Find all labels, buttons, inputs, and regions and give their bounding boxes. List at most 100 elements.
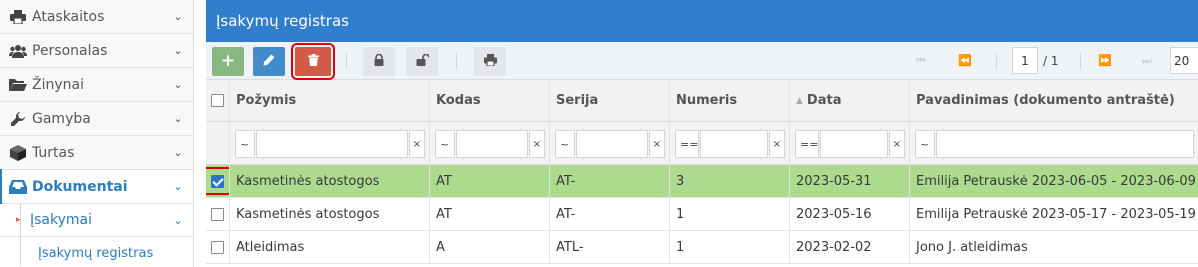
row-checkbox-wrap — [206, 167, 229, 195]
filter-clear-button[interactable]: × — [409, 130, 425, 158]
filter-clear-button[interactable]: × — [529, 130, 545, 158]
cell-kodas: A — [430, 231, 550, 263]
chevron-down-icon: ⌄ — [173, 180, 183, 193]
toolbar: + ⏮ ⏪ 1 / 1 ⏩ ⏭ 20 — [206, 42, 1198, 80]
chevron-down-icon: ⌄ — [173, 10, 183, 23]
cell-serija: AT- — [550, 165, 670, 197]
edit-button[interactable] — [253, 47, 285, 76]
filter-operator[interactable]: == — [675, 130, 699, 158]
unlock-button[interactable] — [406, 47, 438, 76]
filter-operator[interactable]: == — [795, 130, 819, 158]
sidebar-item-label: Žinynai — [32, 76, 84, 93]
chevron-down-icon: ⌄ — [173, 146, 183, 159]
column-header-pozymis[interactable]: Požymis — [230, 80, 430, 121]
row-checkbox[interactable] — [211, 174, 224, 188]
sidebar: Ataskaitos ⌄ Personalas ⌄ Žinynai ⌄ Gamy… — [0, 0, 194, 267]
filter-operator[interactable]: ~ — [915, 130, 935, 158]
filter-cell-numeris: == × — [670, 122, 790, 164]
filter-clear-button[interactable]: × — [889, 130, 905, 158]
filter-operator[interactable]: ~ — [235, 130, 255, 158]
filter-input[interactable] — [700, 130, 768, 158]
cell-kodas: AT — [430, 165, 550, 197]
chevron-down-icon: ⌄ — [173, 44, 183, 57]
table-row[interactable]: Atleidimas A ATL- 1 2023-02-02 Jono J. a… — [206, 231, 1198, 264]
unlock-icon — [416, 53, 430, 70]
row-select-cell — [206, 198, 230, 230]
main-panel: Įsakymų registras + ⏮ ⏪ 1 / 1 ⏩ ⏭ 20 Pož… — [206, 0, 1198, 267]
panel-title: Įsakymų registras — [206, 0, 1198, 42]
chevron-down-icon: ⌄ — [173, 112, 183, 125]
cell-pozymis: Kasmetinės atostogos — [230, 198, 430, 230]
column-header-serija[interactable]: Serija — [550, 80, 670, 121]
sidebar-item-label: Turtas — [32, 144, 75, 161]
filter-clear-button[interactable]: × — [649, 130, 665, 158]
page-size-select[interactable]: 20 — [1170, 47, 1198, 74]
grid-header-row: Požymis Kodas Serija Numeris ▲︎ Data Pav… — [206, 80, 1198, 122]
filter-cell-pavadinimas: ~ — [910, 122, 1198, 164]
cell-pavadinimas: Emilija Petrauskė 2023-05-17 - 2023-05-1… — [916, 206, 1196, 222]
lock-button[interactable] — [363, 47, 395, 76]
cell-serija: AT- — [550, 198, 670, 230]
plus-icon: + — [220, 51, 236, 71]
column-header-label: Data — [806, 93, 842, 108]
trash-icon — [307, 53, 319, 70]
select-all-checkbox[interactable] — [211, 94, 224, 107]
cell-kodas: AT — [430, 198, 550, 230]
filter-operator[interactable]: ~ — [555, 130, 575, 158]
users-icon — [8, 42, 28, 60]
app-root: Ataskaitos ⌄ Personalas ⌄ Žinynai ⌄ Gamy… — [0, 0, 1198, 267]
pencil-icon — [263, 54, 275, 70]
filter-input[interactable] — [820, 130, 888, 158]
sidebar-subitem-isakymai[interactable]: ▸ Įsakymai ⌄ — [0, 204, 193, 237]
table-row[interactable]: Kasmetinės atostogos AT AT- 1 2023-05-16… — [206, 198, 1198, 231]
filter-clear-button[interactable]: × — [769, 130, 785, 158]
filter-input[interactable] — [456, 130, 528, 158]
toolbar-separator — [456, 53, 457, 69]
sidebar-item-label: Dokumentai — [32, 178, 128, 195]
column-header-pavadinimas[interactable]: Pavadinimas (dokumento antraštė) — [910, 80, 1198, 121]
sidebar-item-zinynai[interactable]: Žinynai ⌄ — [0, 68, 193, 102]
column-header-data[interactable]: ▲︎ Data — [790, 80, 910, 121]
sidebar-item-ataskaitos[interactable]: Ataskaitos ⌄ — [0, 0, 193, 34]
cell-data: 2023-02-02 — [790, 231, 910, 263]
cell-serija: ATL- — [550, 231, 670, 263]
cube-icon — [8, 144, 28, 162]
add-button[interactable]: + — [212, 47, 244, 76]
sidebar-item-dokumentai[interactable]: Dokumentai ⌄ — [0, 169, 193, 204]
chevron-down-icon: ⌄ — [173, 213, 183, 227]
sidebar-item-label: Personalas — [32, 42, 108, 59]
prev-page-icon[interactable]: ⏪ — [958, 54, 972, 67]
table-row[interactable]: Kasmetinės atostogos AT AT- 3 2023-05-31… — [206, 165, 1198, 198]
filter-cell-data: == × — [790, 122, 910, 164]
filter-operator[interactable]: ~ — [435, 130, 455, 158]
print-button[interactable] — [474, 47, 506, 76]
sidebar-item-label: Ataskaitos — [32, 8, 105, 25]
filter-input[interactable] — [256, 130, 408, 158]
sidebar-subitem-label: Įsakymų registras — [38, 246, 154, 261]
sidebar-item-personalas[interactable]: Personalas ⌄ — [0, 34, 193, 68]
sidebar-subitem-label: Įsakymai — [30, 212, 93, 228]
column-header-kodas[interactable]: Kodas — [430, 80, 550, 121]
row-checkbox[interactable] — [211, 207, 224, 221]
page-count-text: / 1 — [1043, 54, 1059, 68]
sidebar-subitem-isakymu-registras[interactable]: Įsakymų registras — [0, 237, 193, 267]
chevron-down-icon: ⌄ — [173, 78, 183, 91]
sidebar-item-turtas[interactable]: Turtas ⌄ — [0, 136, 193, 170]
filter-input[interactable] — [936, 130, 1194, 158]
delete-button[interactable] — [291, 43, 335, 80]
next-page-icon[interactable]: ⏩ — [1098, 54, 1112, 67]
row-checkbox[interactable] — [211, 240, 224, 254]
row-select-cell — [206, 231, 230, 263]
cell-data: 2023-05-31 — [790, 165, 910, 197]
sidebar-item-gamyba[interactable]: Gamyba ⌄ — [0, 102, 193, 136]
caret-right-icon: ▸ — [16, 215, 21, 225]
cell-pozymis: Kasmetinės atostogos — [230, 165, 430, 197]
first-page-icon[interactable]: ⏮ — [916, 54, 926, 68]
printer-icon — [483, 53, 497, 70]
last-page-icon[interactable]: ⏭ — [1142, 54, 1152, 68]
page-number-input[interactable]: 1 — [1012, 47, 1038, 74]
filter-input[interactable] — [576, 130, 648, 158]
filter-cell-kodas: ~ × — [430, 122, 550, 164]
filter-cell-pozymis: ~ × — [230, 122, 430, 164]
column-header-numeris[interactable]: Numeris — [670, 80, 790, 121]
